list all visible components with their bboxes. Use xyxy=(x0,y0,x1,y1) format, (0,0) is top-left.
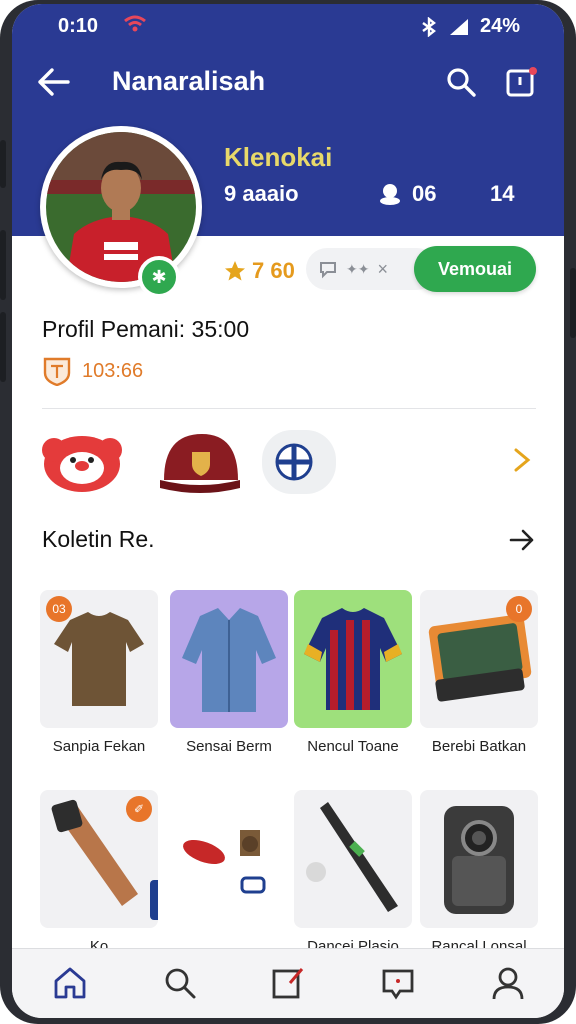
status-bar: 0:10 24% xyxy=(12,4,564,50)
screen: 0:10 24% Nanaralisah ✱ Klenokai 9 aaaio … xyxy=(12,4,564,1018)
badge-row xyxy=(12,420,564,504)
collection-card[interactable]: Sensai Berm xyxy=(170,590,288,755)
page-title: Nanaralisah xyxy=(112,66,266,96)
topbar: Nanaralisah xyxy=(12,52,564,112)
notification-icon[interactable] xyxy=(504,65,538,99)
stat-posts[interactable]: 9 aaaio xyxy=(224,181,299,207)
message-icon[interactable] xyxy=(378,963,418,1003)
avatar-photo xyxy=(46,132,196,282)
bluetooth-icon xyxy=(422,16,436,37)
card-image xyxy=(294,590,412,728)
profile-subheading: 103:66 xyxy=(42,356,143,386)
card-tag-icon: ✐ xyxy=(126,796,152,822)
camera-bag-icon xyxy=(444,806,514,914)
collection-card[interactable]: Dancei Plasio xyxy=(294,790,412,955)
collection-card[interactable] xyxy=(170,790,288,938)
signal-icon xyxy=(449,18,468,35)
users-icon xyxy=(380,184,400,205)
search-nav-icon[interactable] xyxy=(160,963,200,1003)
card-label: Sanpia Fekan xyxy=(52,738,146,755)
arrow-right-icon[interactable] xyxy=(508,526,536,554)
edit-icon[interactable] xyxy=(268,963,308,1003)
card-tag: 0 xyxy=(506,596,532,622)
baseball-bat-icon xyxy=(306,802,398,912)
card-image xyxy=(294,790,412,928)
collection-card[interactable]: 0 Berebi Batkan xyxy=(420,590,538,755)
profile-heading: Profil Pemani: 35:00 xyxy=(42,316,250,342)
card-label: Sensai Berm xyxy=(186,738,272,755)
ball-badge[interactable] xyxy=(262,430,336,494)
collection-title: Koletin Re. xyxy=(42,526,155,552)
card-label: Berebi Batkan xyxy=(431,738,527,755)
stat-following-value: 14 xyxy=(490,181,515,206)
shield-icon xyxy=(43,357,71,386)
phone-frame: 0:10 24% Nanaralisah ✱ Klenokai 9 aaaio … xyxy=(0,0,576,1024)
status-right: 24% xyxy=(420,15,520,38)
denim-shirt-icon xyxy=(182,608,276,712)
username: Klenokai xyxy=(224,142,333,172)
gear-set-icon xyxy=(183,830,266,894)
card-tag: 03 xyxy=(46,596,72,622)
cap-badge-icon[interactable] xyxy=(158,424,242,498)
follow-button[interactable]: Vemouai xyxy=(414,246,536,292)
jersey-icon xyxy=(304,608,402,710)
stat-posts-value: 9 aaaio xyxy=(224,181,299,206)
phone-side-button xyxy=(0,140,6,188)
football-icon xyxy=(275,443,313,481)
close-icon[interactable]: × xyxy=(377,259,388,280)
card-label: Nencul Toane xyxy=(307,738,399,755)
chat-icon[interactable] xyxy=(318,259,338,279)
card-image xyxy=(170,590,288,728)
phone-side-button xyxy=(570,268,576,338)
avatar[interactable] xyxy=(40,126,202,288)
profile-subheading-value: 103:66 xyxy=(82,359,144,382)
card-image: ✐ xyxy=(40,790,158,928)
status-time: 0:10 xyxy=(58,15,99,37)
verified-badge-icon: ✱ xyxy=(138,256,180,298)
divider xyxy=(42,408,536,409)
stat-following[interactable]: 14 xyxy=(490,181,514,207)
mascot-badge-icon[interactable] xyxy=(40,424,124,498)
star-icon xyxy=(225,261,245,281)
rating-value: 7 60 xyxy=(252,258,295,283)
collection-card[interactable]: Nencul Toane xyxy=(294,590,412,755)
search-icon[interactable] xyxy=(444,65,478,99)
rating: 7 60 xyxy=(224,258,295,284)
stat-followers[interactable]: 06 xyxy=(378,181,436,207)
card-image: 0 xyxy=(420,590,538,728)
back-arrow-icon[interactable] xyxy=(36,66,72,98)
phone-side-button xyxy=(0,230,6,300)
card-image xyxy=(170,790,288,928)
phone-side-button xyxy=(0,312,6,382)
collection-card[interactable]: ✐ Ko xyxy=(40,790,158,955)
home-icon[interactable] xyxy=(50,963,90,1003)
share-icon[interactable]: ✦✦ xyxy=(346,261,369,278)
profile-icon[interactable] xyxy=(488,963,528,1003)
battery-percent: 24% xyxy=(479,15,520,37)
stat-followers-value: 06 xyxy=(412,181,437,206)
card-image: 03 xyxy=(40,590,158,728)
chevron-right-icon[interactable] xyxy=(508,446,536,474)
wifi-icon xyxy=(124,15,146,32)
collection-card[interactable]: Rancal Lonsal xyxy=(420,790,538,955)
card-image xyxy=(420,790,538,928)
collection-card[interactable]: 03 Sanpia Fekan xyxy=(40,590,158,755)
bottom-nav xyxy=(12,948,564,1018)
